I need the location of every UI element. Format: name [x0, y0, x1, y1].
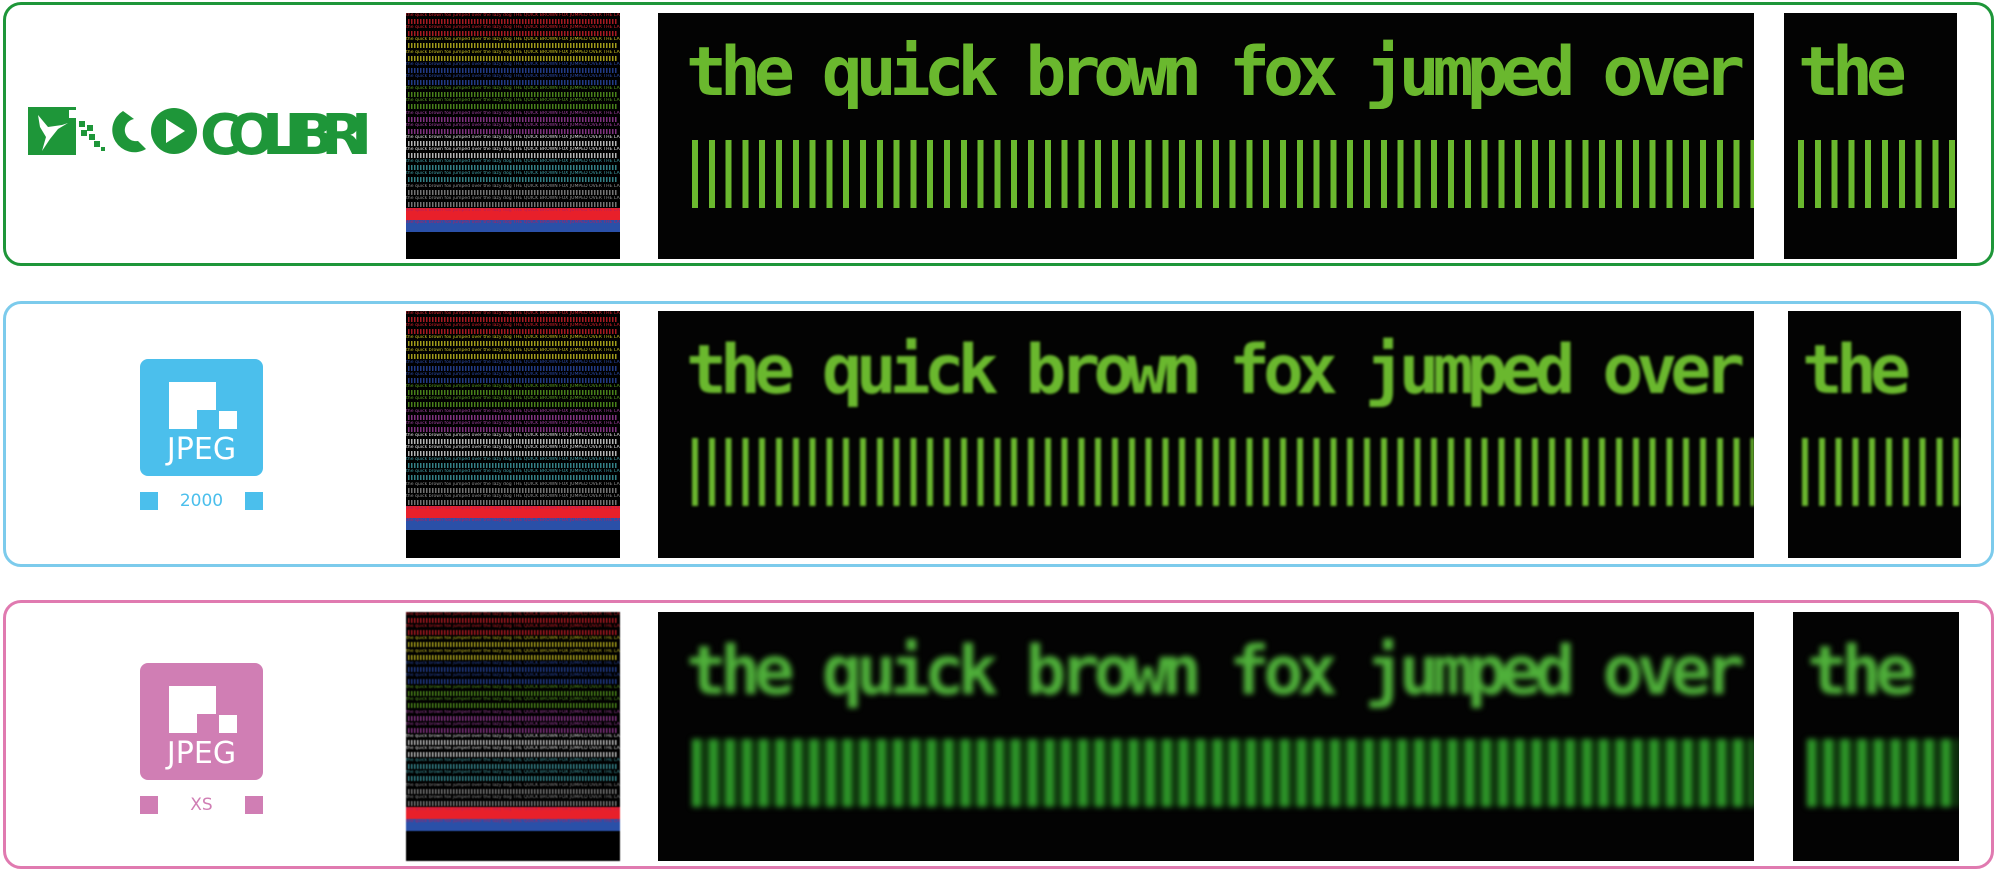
thumbnail-jpeg2000: the quick brown fox jumped over the lazy…: [406, 311, 620, 558]
variant-label: XS: [190, 795, 213, 815]
thumbnail-text-line: the quick brown fox jumped over the lazy…: [406, 335, 620, 347]
thumbnail-text-line: the quick brown fox jumped over the lazy…: [406, 624, 620, 636]
jpegxs-logo: JPEG: [140, 663, 263, 780]
thumbnail-text-line: the quick brown fox jumped over the lazy…: [406, 445, 620, 457]
colibri-logo: COLIBRI: [28, 107, 372, 159]
thumbnail-text-line: the quick brown fox jumped over the lazy…: [406, 196, 620, 208]
thumbnail-text-line: the quick brown fox jumped over the lazy…: [406, 758, 620, 770]
thumbnail-text-line: the quick brown fox jumped over the lazy…: [406, 123, 620, 135]
svg-text:COLIBRI: COLIBRI: [200, 107, 372, 159]
thumbnail-text-line: the quick brown fox jumped over the lazy…: [406, 661, 620, 673]
detail-crop-colibri: the: [1784, 13, 1957, 259]
thumbnail-text-line: the quick brown fox jumped over the lazy…: [406, 372, 620, 384]
thumbnail-text-line: the quick brown fox jumped over the lazy…: [406, 649, 620, 661]
thumbnail-text-line: the quick brown fox jumped over the lazy…: [406, 171, 620, 183]
thumbnail-text-line: the quick brown fox jumped over the lazy…: [406, 147, 620, 159]
thumbnail-text-line: the quick brown fox jumped over the lazy…: [406, 457, 620, 469]
thumbnail-text-line: the quick brown fox jumped over the lazy…: [406, 184, 620, 196]
sample-text: the quick brown fox jumped over t: [686, 331, 1754, 410]
logo-text: JPEG: [166, 736, 237, 771]
thumbnail-text-line: the quick brown fox jumped over the lazy…: [406, 409, 620, 421]
thumbnail-text-line: the quick brown fox jumped over the lazy…: [406, 734, 620, 746]
thumbnail-text-line: the quick brown fox jumped over the lazy…: [406, 62, 620, 74]
thumbnail-text-line: the quick brown fox jumped over the lazy…: [406, 13, 620, 25]
logo-text: JPEG: [166, 432, 237, 467]
thumbnail-text-line: the quick brown fox jumped over the lazy…: [406, 433, 620, 445]
thumbnail-text-line: the quick brown fox jumped over the lazy…: [406, 770, 620, 782]
thumbnail-text-line: the quick brown fox jumped over the lazy…: [406, 311, 620, 323]
thumbnail-text-line: the quick brown fox jumped over the lazy…: [406, 795, 620, 807]
thumbnail-text-line: the quick brown fox jumped over the lazy…: [406, 98, 620, 110]
line-pattern: [692, 438, 1754, 506]
thumbnail-color-band: the quick brown fox jumped over the lazy…: [406, 220, 620, 233]
thumbnail-text-line: the quick brown fox jumped over the lazy…: [406, 396, 620, 408]
thumbnail-text-line: the quick brown fox jumped over the lazy…: [406, 673, 620, 685]
crop-text: the: [1802, 331, 1911, 410]
thumbnail-text-line: the quick brown fox jumped over the lazy…: [406, 494, 620, 506]
thumbnail-jpegxs: the quick brown fox jumped over the lazy…: [406, 612, 620, 861]
thumbnail-text-line: the quick brown fox jumped over the lazy…: [406, 37, 620, 49]
thumbnail-text-line: the quick brown fox jumped over the lazy…: [406, 384, 620, 396]
thumbnail-text-line: the quick brown fox jumped over the lazy…: [406, 74, 620, 86]
line-pattern: [1802, 438, 1961, 506]
thumbnail-text-line: the quick brown fox jumped over the lazy…: [406, 25, 620, 37]
thumbnail-text-line: the quick brown fox jumped over the lazy…: [406, 50, 620, 62]
thumbnail-text-line: the quick brown fox jumped over the lazy…: [406, 710, 620, 722]
crop-text: the: [1798, 33, 1907, 112]
sample-text: the quick brown fox jumped over t: [686, 632, 1754, 711]
thumbnail-color-band: the quick brown fox jumped over the lazy…: [406, 807, 620, 820]
jpegxs-sublabel: XS: [140, 796, 263, 816]
thumbnail-text-line: the quick brown fox jumped over the lazy…: [406, 697, 620, 709]
thumbnail-text-line: the quick brown fox jumped over the lazy…: [406, 421, 620, 433]
line-pattern: [692, 140, 1754, 208]
crop-text: the: [1807, 632, 1916, 711]
thumbnail-text-line: the quick brown fox jumped over the lazy…: [406, 482, 620, 494]
thumbnail-text-line: the quick brown fox jumped over the lazy…: [406, 86, 620, 98]
thumbnail-text-line: the quick brown fox jumped over the lazy…: [406, 323, 620, 335]
jpeg2000-logo: JPEG: [140, 359, 263, 476]
zoom-crop-jpeg2000: the quick brown fox jumped over t: [658, 311, 1754, 558]
jpeg2000-sublabel: 2000: [140, 492, 263, 512]
thumbnail-color-band: the quick brown fox jumped over the lazy…: [406, 506, 620, 519]
line-pattern: [1807, 739, 1959, 807]
thumbnail-text-line: the quick brown fox jumped over the lazy…: [406, 159, 620, 171]
zoom-crop-jpegxs: the quick brown fox jumped over t: [658, 612, 1754, 861]
variant-label: 2000: [179, 491, 224, 511]
thumbnail-text-line: the quick brown fox jumped over the lazy…: [406, 348, 620, 360]
thumbnail-color-band: the quick brown fox jumped over the lazy…: [406, 819, 620, 832]
line-pattern: [692, 739, 1754, 807]
thumbnail-text-line: the quick brown fox jumped over the lazy…: [406, 135, 620, 147]
thumbnail-text-line: the quick brown fox jumped over the lazy…: [406, 469, 620, 481]
thumbnail-text-line: the quick brown fox jumped over the lazy…: [406, 612, 620, 624]
thumbnail-text-line: the quick brown fox jumped over the lazy…: [406, 746, 620, 758]
thumbnail-color-band: the quick brown fox jumped over the lazy…: [406, 518, 620, 531]
thumbnail-text-line: the quick brown fox jumped over the lazy…: [406, 111, 620, 123]
thumbnail-text-line: the quick brown fox jumped over the lazy…: [406, 783, 620, 795]
zoom-crop-colibri: the quick brown fox jumped over t: [658, 13, 1754, 259]
thumbnail-text-line: the quick brown fox jumped over the lazy…: [406, 360, 620, 372]
detail-crop-jpegxs: the: [1793, 612, 1959, 861]
thumbnail-text-line: the quick brown fox jumped over the lazy…: [406, 722, 620, 734]
thumbnail-text-line: the quick brown fox jumped over the lazy…: [406, 636, 620, 648]
thumbnail-colibri: the quick brown fox jumped over the lazy…: [406, 13, 620, 259]
detail-crop-jpeg2000: the: [1788, 311, 1961, 558]
line-pattern: [1798, 140, 1957, 208]
sample-text: the quick brown fox jumped over t: [686, 33, 1754, 112]
thumbnail-color-band: the quick brown fox jumped over the lazy…: [406, 208, 620, 221]
thumbnail-text-line: the quick brown fox jumped over the lazy…: [406, 685, 620, 697]
